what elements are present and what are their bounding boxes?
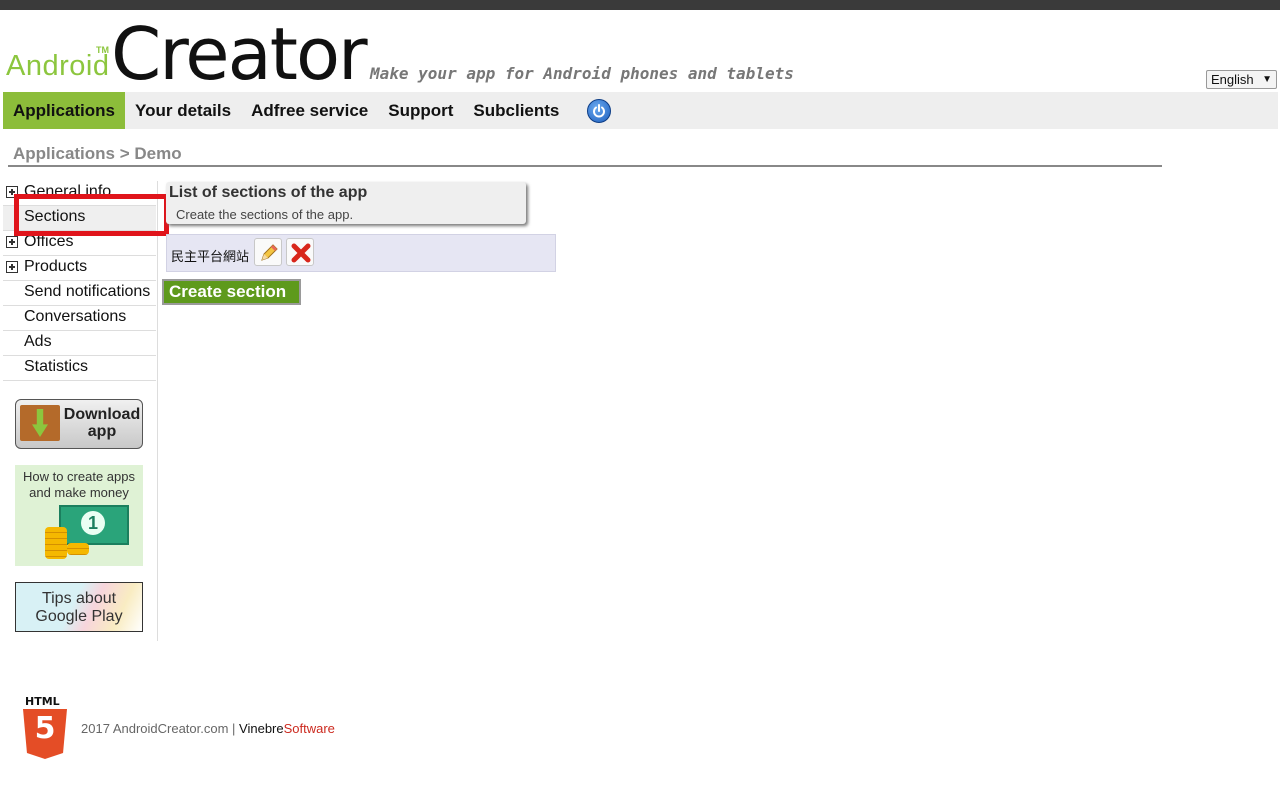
download-app-label: Download app [63, 406, 141, 440]
tips-label: Tips about Google Play [35, 590, 123, 625]
language-select[interactable]: English ▼ [1206, 70, 1277, 89]
sidebar-item-label: Statistics [24, 358, 89, 375]
sections-list-title: List of sections of the app [169, 184, 368, 201]
footer-copyright: 2017 AndroidCreator.com | [81, 721, 240, 736]
create-section-button[interactable]: Create section [162, 279, 301, 305]
nav-your-details[interactable]: Your details [125, 92, 241, 129]
sidebar-divider [157, 181, 158, 641]
html5-number: 5 [34, 711, 56, 746]
section-row: 民主平台網站 [166, 234, 556, 272]
highlight-box [14, 194, 169, 236]
html5-logo: HTML 5 [22, 695, 68, 761]
tagline: Make your app for Android phones and tab… [370, 64, 794, 83]
coins-icon [45, 527, 67, 559]
sidebar-item-products[interactable]: Products [3, 256, 156, 281]
sections-list-description: Create the sections of the app. [176, 207, 354, 222]
footer: 2017 AndroidCreator.com | VinebreSoftwar… [81, 721, 335, 736]
dropdown-arrow-icon: ▼ [1262, 74, 1272, 85]
top-bar [0, 0, 1280, 10]
logo-tm-text: TM [96, 45, 109, 55]
nav-adfree-service[interactable]: Adfree service [241, 92, 378, 129]
sidebar-item-conversations[interactable]: Conversations [3, 306, 156, 331]
html5-label: HTML [25, 695, 60, 708]
bill-number: 1 [81, 511, 105, 535]
expand-plus-icon[interactable] [6, 261, 18, 273]
how-to-make-money-banner[interactable]: How to create apps and make money 1 [15, 465, 143, 566]
nav-subclients[interactable]: Subclients [463, 92, 569, 129]
nav-applications[interactable]: Applications [3, 92, 126, 129]
coins-icon [67, 543, 89, 555]
sidebar-item-label: Products [24, 258, 88, 275]
section-name: 民主平台網站 [171, 250, 250, 265]
sections-list-header: List of sections of the app Create the s… [166, 182, 526, 224]
edit-section-button[interactable] [254, 238, 282, 266]
sidebar-item-statistics[interactable]: Statistics [3, 356, 156, 381]
sidebar-item-send-notifications[interactable]: Send notifications [3, 281, 156, 306]
logo-creator-text: Creator [111, 12, 368, 96]
footer-vinebre-link[interactable]: Vinebre [239, 721, 284, 736]
tips-google-play-banner[interactable]: Tips about Google Play [15, 582, 143, 632]
nav-support[interactable]: Support [378, 92, 463, 129]
power-icon[interactable] [587, 98, 612, 123]
sidebar-item-label: Send notifications [24, 283, 151, 300]
sidebar-item-label: Ads [24, 333, 52, 350]
money-bill-icon: 1 [59, 505, 129, 545]
androidcreator-logo[interactable]: Android TM Creator [6, 12, 368, 96]
how-to-label: How to create apps and make money [22, 469, 135, 500]
main-nav: Applications Your details Adfree service… [3, 92, 1278, 129]
expand-plus-icon[interactable] [6, 236, 18, 248]
delete-section-button[interactable] [286, 238, 314, 266]
pencil-icon [261, 244, 278, 261]
download-box-icon [20, 405, 60, 441]
delete-x-icon [291, 243, 311, 263]
logo-android-text: Android [6, 50, 110, 82]
sidebar-item-ads[interactable]: Ads [3, 331, 156, 356]
download-app-button[interactable]: Download app [15, 399, 143, 449]
language-select-value: English [1211, 72, 1254, 87]
footer-software-link[interactable]: Software [284, 721, 335, 736]
breadcrumb: Applications > Demo [13, 144, 182, 163]
breadcrumb-divider [8, 165, 1162, 167]
sidebar-item-label: Conversations [24, 308, 127, 325]
